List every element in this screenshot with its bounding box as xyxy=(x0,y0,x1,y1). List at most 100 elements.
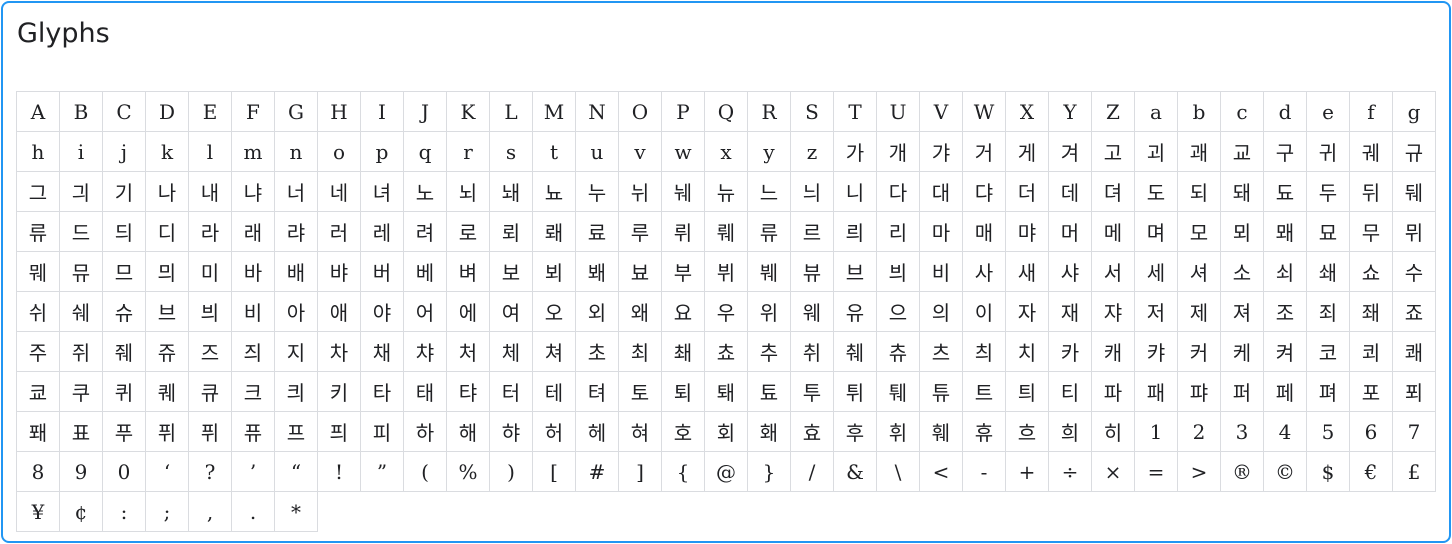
glyph-cell: 페 xyxy=(1264,372,1307,412)
glyph-cell: 믜 xyxy=(146,252,189,292)
glyph-cell: 지 xyxy=(275,332,318,372)
glyph-cell: J xyxy=(404,92,447,132)
glyph-cell: 쇄 xyxy=(1307,252,1350,292)
glyph-cell: 고 xyxy=(1092,132,1135,172)
glyph-cell: 츄 xyxy=(877,332,920,372)
glyph-cell: 눼 xyxy=(662,172,705,212)
glyph-cell: 텨 xyxy=(576,372,619,412)
glyph-cell: 머 xyxy=(1049,212,1092,252)
glyph-cell: 더 xyxy=(1006,172,1049,212)
glyph-cell: 나 xyxy=(146,172,189,212)
glyph-cell: 류 xyxy=(17,212,60,252)
glyph-cell: 소 xyxy=(1221,252,1264,292)
glyph-cell: i xyxy=(60,132,103,172)
glyph-cell: 재 xyxy=(1049,292,1092,332)
glyph-cell: 새 xyxy=(1006,252,1049,292)
glyph-cell: 자 xyxy=(1006,292,1049,332)
glyph-cell: ¢ xyxy=(60,492,103,532)
glyph-cell: 비 xyxy=(920,252,963,292)
glyph-cell: 쉐 xyxy=(60,292,103,332)
glyph-cell: 휴 xyxy=(963,412,1006,452)
glyph-cell: h xyxy=(17,132,60,172)
glyph-cell: 패 xyxy=(1135,372,1178,412)
glyph-cell: b xyxy=(1178,92,1221,132)
glyph-cell: 노 xyxy=(404,172,447,212)
glyph-cell: 뭬 xyxy=(17,252,60,292)
glyph-cell: 녀 xyxy=(361,172,404,212)
glyph-cell: 기 xyxy=(103,172,146,212)
glyph-cell: 툐 xyxy=(748,372,791,412)
glyph-cell: N xyxy=(576,92,619,132)
glyph-cell: 췌 xyxy=(834,332,877,372)
glyph-cell: 수 xyxy=(1393,252,1436,292)
glyph-cell: 괘 xyxy=(1178,132,1221,172)
glyph-cell: 규 xyxy=(1393,132,1436,172)
glyph-cell: 훼 xyxy=(920,412,963,452)
glyph-cell: 뫼 xyxy=(1221,212,1264,252)
glyph-cell: 먀 xyxy=(1006,212,1049,252)
glyph-cell: 쿄 xyxy=(17,372,60,412)
glyph-cell: 쵀 xyxy=(662,332,705,372)
glyph-cell: 해 xyxy=(447,412,490,452)
glyph-cell: 죄 xyxy=(1307,292,1350,332)
glyph-cell: n xyxy=(275,132,318,172)
glyph-cell: f xyxy=(1350,92,1393,132)
glyph-cell: 교 xyxy=(1221,132,1264,172)
glyphs-panel: Glyphs ABCDEFGHIJKLMNOPQRSTUVWXYZabcdefg… xyxy=(1,1,1451,543)
glyph-cell: 제 xyxy=(1178,292,1221,332)
glyph-cell: 뷰 xyxy=(791,252,834,292)
glyph-cell: 퓨 xyxy=(232,412,275,452)
glyph-cell: ( xyxy=(404,452,447,492)
glyph-cell: 매 xyxy=(963,212,1006,252)
glyph-cell: 파 xyxy=(1092,372,1135,412)
glyph-cell: c xyxy=(1221,92,1264,132)
glyph-cell: 챠 xyxy=(404,332,447,372)
glyph-cell: 므 xyxy=(103,252,146,292)
glyph-cell: 로 xyxy=(447,212,490,252)
glyph-cell: # xyxy=(576,452,619,492)
glyph-cell: @ xyxy=(705,452,748,492)
glyph-cell: * xyxy=(275,492,318,532)
glyph-cell: 뮈 xyxy=(1393,212,1436,252)
glyph-cell: 내 xyxy=(189,172,232,212)
glyph-cell: Q xyxy=(705,92,748,132)
glyph-cell: ’ xyxy=(232,452,275,492)
glyph-cell: 푀 xyxy=(1393,372,1436,412)
glyph-cell: $ xyxy=(1307,452,1350,492)
glyph-cell: 괴 xyxy=(1135,132,1178,172)
glyph-cell: O xyxy=(619,92,662,132)
glyph-cell: 9 xyxy=(60,452,103,492)
glyph-cell: 프 xyxy=(275,412,318,452)
glyph-cell: 러 xyxy=(318,212,361,252)
glyph-cell: ; xyxy=(146,492,189,532)
glyph-cell: 브 xyxy=(834,252,877,292)
glyph-cell: 2 xyxy=(1178,412,1221,452)
glyph-cell: 냐 xyxy=(232,172,275,212)
glyph-cell: 보 xyxy=(490,252,533,292)
glyph-cell: 추 xyxy=(748,332,791,372)
glyph-cell: 어 xyxy=(404,292,447,332)
glyph-cell: 회 xyxy=(705,412,748,452)
glyph-cell: B xyxy=(60,92,103,132)
glyph-cell: 대 xyxy=(920,172,963,212)
glyph-cell: ” xyxy=(361,452,404,492)
glyph-cell: 퇘 xyxy=(705,372,748,412)
glyph-cell: y xyxy=(748,132,791,172)
glyph-cell: F xyxy=(232,92,275,132)
glyph-cell: € xyxy=(1350,452,1393,492)
glyph-cell: 뮤 xyxy=(60,252,103,292)
glyph-cell: X xyxy=(1006,92,1049,132)
glyph-cell: 븨 xyxy=(189,292,232,332)
glyph-cell: 쿠 xyxy=(60,372,103,412)
glyph-cell: 놰 xyxy=(490,172,533,212)
glyph-cell: A xyxy=(17,92,60,132)
glyph-cell: 쾌 xyxy=(1393,332,1436,372)
glyph-cell: < xyxy=(920,452,963,492)
glyph-cell: 퍼 xyxy=(1221,372,1264,412)
glyph-cell: 겨 xyxy=(1049,132,1092,172)
glyph-cell: \ xyxy=(877,452,920,492)
glyph-cell: 티 xyxy=(1049,372,1092,412)
glyph-cell: / xyxy=(791,452,834,492)
glyph-cell: - xyxy=(963,452,1006,492)
glyph-cell: 틔 xyxy=(1006,372,1049,412)
